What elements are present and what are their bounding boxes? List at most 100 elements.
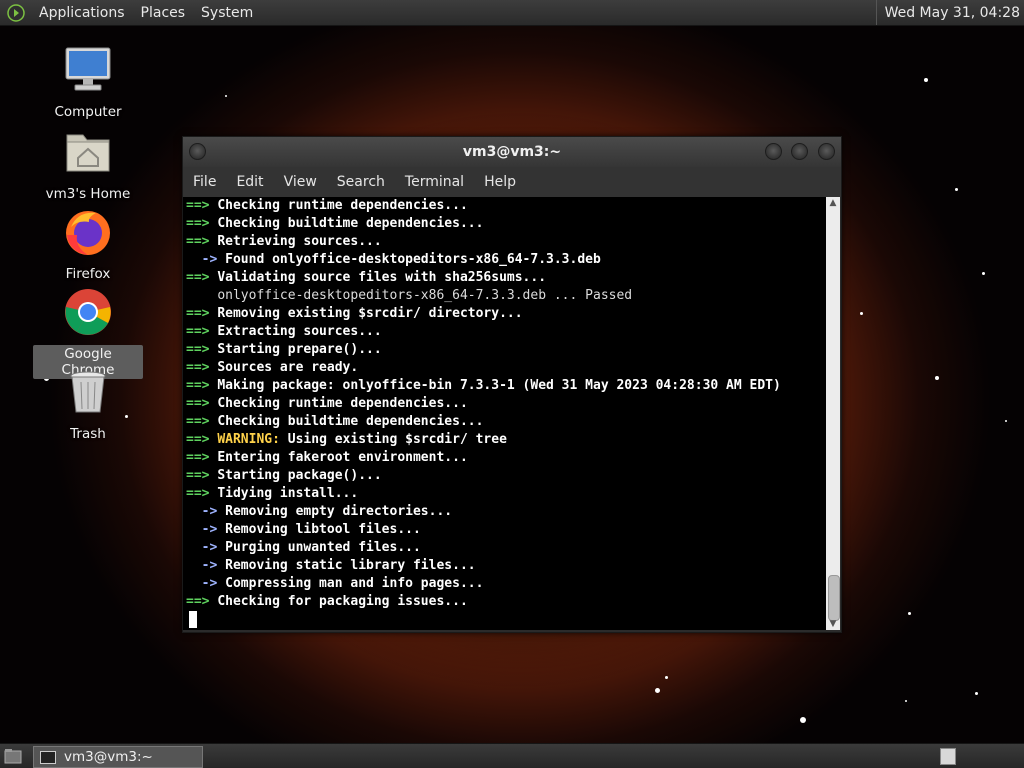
line-prefix: -> [186,522,226,537]
menu-system[interactable]: System [193,5,261,21]
star [908,612,911,615]
desktop-icon-label: Trash [70,426,106,442]
desktop-icon-home[interactable]: vm3's Home [33,127,143,203]
line-prefix: -> [186,558,226,573]
terminal-line: -> Removing libtool files... [183,521,826,539]
star [975,692,978,695]
line-prefix: ==> [186,378,218,393]
show-desktop-icon[interactable] [4,748,22,764]
line-text: Checking buildtime dependencies... [217,414,484,429]
terminal-icon [40,750,56,764]
scroll-up-arrow-icon[interactable]: ▲ [826,197,840,209]
star [905,700,907,702]
warning-label: WARNING: [217,432,280,447]
line-text: Making package: onlyoffice-bin 7.3.3-1 (… [217,378,781,393]
workspace-switcher[interactable] [940,748,956,765]
taskbar-terminal-button[interactable]: vm3@vm3:~ [33,746,203,768]
line-text: onlyoffice-desktopeditors-x86_64-7.3.3.d… [217,288,633,303]
minimize-button[interactable] [765,143,782,160]
terminal-line: ==> Validating source files with sha256s… [183,269,826,287]
terminal-line: onlyoffice-desktopeditors-x86_64-7.3.3.d… [183,287,826,305]
line-text: Starting package()... [217,468,382,483]
line-prefix: -> [186,540,226,555]
desktop-icon-label: vm3's Home [45,186,131,202]
window-menu-button[interactable] [189,143,206,160]
line-prefix: ==> [186,432,218,447]
menu-file[interactable]: File [183,174,226,190]
star [655,688,660,693]
terminal-line: ==> Retrieving sources... [183,233,826,251]
terminal-line: ==> Sources are ready. [183,359,826,377]
line-prefix: ==> [186,414,218,429]
line-text: Removing libtool files... [225,522,421,537]
terminal-line: ==> Checking runtime dependencies... [183,395,826,413]
menu-view[interactable]: View [274,174,327,190]
menu-search[interactable]: Search [327,174,395,190]
terminal-window[interactable]: vm3@vm3:~ File Edit View Search Terminal… [182,136,842,633]
menu-terminal[interactable]: Terminal [395,174,474,190]
terminal-line: ==> Checking buildtime dependencies... [183,215,826,233]
terminal-output[interactable]: ==> Checking runtime dependencies... ==> … [183,197,826,630]
line-prefix: ==> [186,594,218,609]
line-prefix: ==> [186,270,218,285]
star [860,312,863,315]
terminal-line: ==> Starting prepare()... [183,341,826,359]
line-text: Checking buildtime dependencies... [217,216,484,231]
star [1005,420,1007,422]
line-prefix: -> [186,576,226,591]
desktop-icon-computer[interactable]: Computer [33,45,143,121]
terminal-line: -> Found onlyoffice-desktopeditors-x86_6… [183,251,826,269]
terminal-line: -> Removing empty directories... [183,503,826,521]
line-text: Removing existing $srcdir/ directory... [217,306,523,321]
terminal-line: -> Purging unwanted files... [183,539,826,557]
menu-applications[interactable]: Applications [31,5,133,21]
trash-icon [70,371,106,413]
menu-places[interactable]: Places [133,5,194,21]
line-text: Sources are ready. [217,360,359,375]
maximize-button[interactable] [791,143,808,160]
terminal-line: ==> Making package: onlyoffice-bin 7.3.3… [183,377,826,395]
terminal-line: ==> Removing existing $srcdir/ directory… [183,305,826,323]
terminal-menubar: File Edit View Search Terminal Help [183,167,841,197]
line-text: Retrieving sources... [217,234,382,249]
terminal-line: ==> Checking for packaging issues... [183,593,826,611]
desktop-icon-label: Computer [54,104,122,120]
line-prefix: ==> [186,360,218,375]
terminal-line: ==> Tidying install... [183,485,826,503]
desktop-icon-chrome[interactable]: Google Chrome [33,287,143,379]
window-title: vm3@vm3:~ [462,144,562,160]
desktop-icon-firefox[interactable]: Firefox [33,207,143,283]
chrome-icon [65,289,111,335]
clock[interactable]: Wed May 31, 04:28 [875,0,1020,25]
firefox-icon [66,211,110,255]
taskbar-label: vm3@vm3:~ [64,749,153,765]
line-prefix: ==> [186,324,218,339]
bottom-panel: vm3@vm3:~ [0,743,1024,768]
line-text: Using existing $srcdir/ tree [279,432,507,447]
line-prefix: ==> [186,486,218,501]
line-text: Checking for packaging issues... [217,594,468,609]
line-text: Entering fakeroot environment... [217,450,468,465]
desktop-icon-trash[interactable]: Trash [33,367,143,443]
applications-logo-icon[interactable] [7,3,25,22]
line-text: Extracting sources... [217,324,382,339]
line-prefix: -> [186,252,226,267]
scroll-down-arrow-icon[interactable]: ▼ [826,618,840,630]
home-folder-icon [66,134,110,172]
terminal-titlebar[interactable]: vm3@vm3:~ [183,137,841,167]
menu-edit[interactable]: Edit [226,174,273,190]
line-text: Checking runtime dependencies... [217,198,468,213]
line-prefix: -> [186,504,226,519]
close-button[interactable] [818,143,835,160]
line-prefix: ==> [186,216,218,231]
terminal-line: ==> Checking buildtime dependencies... [183,413,826,431]
star [665,676,668,679]
star [225,95,227,97]
star [935,376,939,380]
menu-help[interactable]: Help [474,174,526,190]
line-text: Found onlyoffice-desktopeditors-x86_64-7… [225,252,601,267]
star [924,78,928,82]
line-text: Removing static library files... [225,558,476,573]
scroll-thumb[interactable] [828,575,840,621]
terminal-scrollbar[interactable]: ▲ ▼ [826,197,840,630]
